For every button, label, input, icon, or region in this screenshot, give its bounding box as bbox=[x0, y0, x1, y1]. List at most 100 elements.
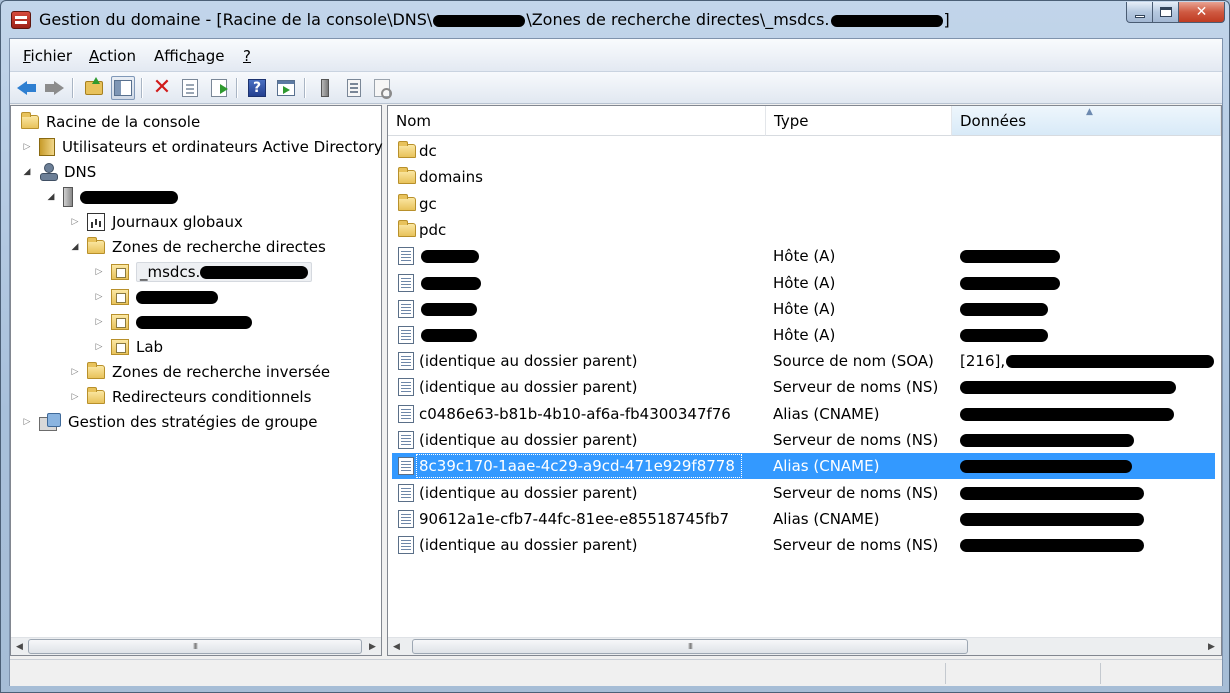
dns-record-icon bbox=[398, 352, 414, 370]
list-horizontal-scrollbar[interactable]: ◀ III ▶ bbox=[388, 637, 1221, 655]
folder-icon bbox=[87, 362, 105, 379]
column-header-nom[interactable]: Nom bbox=[388, 106, 766, 136]
list-icon bbox=[347, 79, 361, 97]
zone-icon bbox=[111, 339, 129, 355]
tree-label: Lab bbox=[136, 338, 164, 356]
list-settings-icon bbox=[374, 79, 392, 99]
menu-label: ichier bbox=[30, 47, 73, 65]
expand-arrow-icon[interactable]: ▷ bbox=[93, 317, 105, 327]
close-button[interactable]: ✕ bbox=[1179, 2, 1225, 23]
scroll-right-icon[interactable]: ▶ bbox=[364, 638, 381, 655]
table-row[interactable]: Hôte (A) bbox=[392, 296, 1215, 322]
tree-node-zone-3[interactable]: ▷ bbox=[93, 310, 252, 334]
expand-arrow-icon[interactable]: ▷ bbox=[93, 267, 105, 277]
row-type: Alias (CNAME) bbox=[773, 405, 880, 423]
expand-arrow-icon[interactable]: ▷ bbox=[69, 217, 81, 227]
tree-node-root[interactable]: Racine de la console bbox=[21, 110, 200, 134]
dns-record-icon bbox=[398, 510, 414, 528]
menu-action[interactable]: Action bbox=[89, 47, 136, 65]
folder-icon bbox=[398, 167, 416, 184]
tree-node-reverse-zones[interactable]: ▷ Zones de recherche inversée bbox=[69, 360, 330, 384]
title-bar[interactable]: Gestion du domaine - [Racine de la conso… bbox=[1, 1, 1229, 39]
list-item[interactable]: dc bbox=[392, 138, 1215, 164]
table-row[interactable]: (identique au dossier parent) Serveur de… bbox=[392, 480, 1215, 506]
expand-arrow-icon[interactable]: ▷ bbox=[21, 417, 33, 427]
list-button[interactable] bbox=[342, 76, 366, 100]
tree-node-msdcs-zone[interactable]: ▷ _msdcs. bbox=[93, 260, 313, 284]
minimize-button[interactable] bbox=[1126, 2, 1153, 23]
table-row[interactable]: (identique au dossier parent) Source de … bbox=[392, 348, 1215, 374]
list-item[interactable]: domains bbox=[392, 164, 1215, 190]
redacted-record-data bbox=[960, 434, 1134, 447]
expand-arrow-icon[interactable]: ▷ bbox=[93, 342, 105, 352]
tree-node-lab[interactable]: ▷ Lab bbox=[93, 335, 164, 359]
up-level-button[interactable] bbox=[82, 76, 106, 100]
table-row[interactable]: (identique au dossier parent) Serveur de… bbox=[392, 427, 1215, 453]
expand-arrow-icon[interactable]: ▷ bbox=[69, 392, 81, 402]
redacted-server-name bbox=[433, 14, 526, 27]
column-header-donnees[interactable]: ▲ Données bbox=[952, 106, 1221, 136]
event-log-icon bbox=[87, 213, 105, 231]
show-action-pane-button[interactable] bbox=[274, 76, 298, 100]
collapse-arrow-icon[interactable]: ◢ bbox=[21, 167, 33, 177]
table-row[interactable]: Hôte (A) bbox=[392, 322, 1215, 348]
redacted-domain-name bbox=[830, 14, 943, 27]
menu-help[interactable]: ? bbox=[243, 47, 251, 65]
tree-node-global-logs[interactable]: ▷ Journaux globaux bbox=[69, 210, 243, 234]
show-hide-tree-button[interactable] bbox=[111, 76, 135, 100]
tree-label: Zones de recherche inversée bbox=[112, 363, 331, 381]
table-row-selected[interactable]: 8c39c170-1aae-4c29-a9cd-471e929f8778 Ali… bbox=[392, 453, 1215, 479]
tree-label: Gestion des stratégies de groupe bbox=[68, 413, 318, 431]
tree-node-ad-users[interactable]: ▷ Utilisateurs et ordinateurs Active Dir… bbox=[21, 135, 383, 159]
results-list[interactable]: Nom Type ▲ Données dc domains gc pdc Hôt… bbox=[387, 105, 1222, 656]
export-list-button[interactable] bbox=[207, 76, 231, 100]
tree-node-dns-server[interactable]: ◢ bbox=[45, 185, 178, 209]
tree-node-conditional-forwarders[interactable]: ▷ Redirecteurs conditionnels bbox=[69, 385, 311, 409]
table-row[interactable]: (identique au dossier parent) Serveur de… bbox=[392, 532, 1215, 558]
menu-affichage[interactable]: Affichage bbox=[154, 47, 224, 65]
table-row[interactable]: Hôte (A) bbox=[392, 270, 1215, 296]
properties-button[interactable] bbox=[178, 76, 202, 100]
back-button[interactable] bbox=[15, 76, 39, 100]
table-row[interactable]: (identique au dossier parent) Serveur de… bbox=[392, 374, 1215, 400]
maximize-button[interactable] bbox=[1153, 2, 1179, 23]
tree-horizontal-scrollbar[interactable]: ◀ III ▶ bbox=[11, 637, 381, 655]
list-item[interactable]: gc bbox=[392, 191, 1215, 217]
tree-node-gpo[interactable]: ▷ Gestion des stratégies de groupe bbox=[21, 410, 317, 434]
menu-label: ction bbox=[99, 47, 136, 65]
table-row[interactable]: 90612a1e-cfb7-44fc-81ee-e85518745fb7 Ali… bbox=[392, 506, 1215, 532]
list-item[interactable]: pdc bbox=[392, 217, 1215, 243]
scroll-grip: III bbox=[192, 642, 198, 651]
expand-arrow-icon[interactable]: ▷ bbox=[21, 142, 33, 152]
row-type: Source de nom (SOA) bbox=[773, 352, 934, 370]
tree-node-zone-2[interactable]: ▷ bbox=[93, 285, 218, 309]
menu-fichier[interactable]: Fichier bbox=[23, 47, 72, 65]
dns-record-icon bbox=[398, 484, 414, 502]
export-list-icon bbox=[211, 79, 228, 97]
tree-node-dns[interactable]: ◢ DNS bbox=[21, 160, 96, 184]
redacted-host-name bbox=[421, 303, 477, 316]
table-row[interactable]: Hôte (A) bbox=[392, 243, 1215, 269]
server-button[interactable] bbox=[313, 76, 337, 100]
scroll-thumb[interactable]: III bbox=[412, 639, 968, 654]
scroll-left-icon[interactable]: ◀ bbox=[11, 638, 28, 655]
table-row[interactable]: c0486e63-b81b-4b10-af6a-fb4300347f76 Ali… bbox=[392, 401, 1215, 427]
scroll-left-icon[interactable]: ◀ bbox=[388, 638, 405, 655]
tree-label: _msdcs. bbox=[140, 263, 201, 281]
collapse-arrow-icon[interactable]: ◢ bbox=[69, 242, 81, 252]
delete-button[interactable]: ✕ bbox=[150, 76, 174, 100]
delete-icon: ✕ bbox=[152, 75, 172, 100]
console-tree[interactable]: Racine de la console ▷ Utilisateurs et o… bbox=[10, 105, 383, 656]
scroll-thumb[interactable]: III bbox=[28, 639, 362, 654]
selected-zone-label: _msdcs. bbox=[136, 262, 313, 282]
scroll-right-icon[interactable]: ▶ bbox=[1203, 638, 1220, 655]
list-settings-button[interactable] bbox=[370, 76, 394, 100]
expand-arrow-icon[interactable]: ▷ bbox=[69, 367, 81, 377]
tree-node-forward-zones[interactable]: ◢ Zones de recherche directes bbox=[69, 235, 326, 259]
column-header-type[interactable]: Type bbox=[766, 106, 952, 136]
help-button[interactable]: ? bbox=[245, 76, 269, 100]
collapse-arrow-icon[interactable]: ◢ bbox=[45, 192, 57, 202]
mmc-app-icon[interactable] bbox=[11, 11, 31, 29]
forward-button[interactable] bbox=[42, 76, 66, 100]
expand-arrow-icon[interactable]: ▷ bbox=[93, 292, 105, 302]
